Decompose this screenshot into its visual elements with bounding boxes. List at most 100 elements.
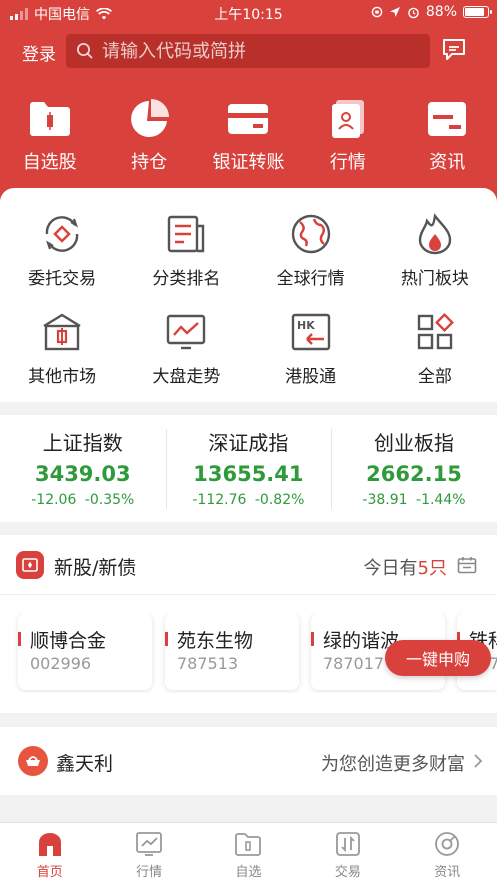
index-change: -112.76 — [192, 492, 247, 508]
grid-item-hk-connect[interactable]: HK 港股通 — [249, 310, 373, 387]
watchlist-folder-icon — [29, 102, 70, 136]
all-apps-icon — [417, 313, 454, 350]
index-value: 3439.03 — [34, 462, 131, 486]
new-stocks-title: 新股/新债 — [54, 557, 137, 579]
battery-icon — [463, 6, 492, 18]
chevron-right-icon — [474, 754, 483, 768]
xintianli-title: 鑫天利 — [56, 753, 114, 775]
new-stock-badge-icon — [16, 551, 44, 579]
grid-item-other-markets[interactable]: 其他市场 — [0, 310, 124, 387]
nav-label: 持仓 — [131, 152, 168, 173]
index-chinext[interactable]: 创业板指 2662.15 -38.91 -1.44% — [331, 415, 497, 522]
today-count: 5只 — [417, 558, 447, 579]
nav-item-watchlist[interactable]: 自选股 — [0, 98, 99, 178]
grid-label: 委托交易 — [28, 269, 97, 289]
index-pct: -1.44% — [416, 492, 466, 508]
function-grid: 委托交易 分类排名 全球行情 热门板块 其他市场 大盘走势 HK 港股通 全部 — [0, 188, 497, 402]
index-change: -38.91 — [362, 492, 408, 508]
grid-item-ranking[interactable]: 分类排名 — [124, 212, 248, 289]
nav-item-news[interactable]: 资讯 — [398, 98, 497, 178]
message-icon[interactable] — [441, 38, 467, 62]
globe-icon — [291, 214, 330, 254]
flame-icon — [418, 213, 452, 255]
home-icon — [38, 833, 61, 856]
new-stock-card[interactable]: 苑东生物 787513 — [165, 613, 299, 690]
nav-item-bank-transfer[interactable]: 银证转账 — [199, 98, 298, 178]
grid-label: 港股通 — [285, 367, 337, 387]
grid-label: 全部 — [417, 367, 452, 387]
status-bar: 中国电信 上午10:15 88% — [0, 0, 497, 26]
index-change: -12.06 — [31, 492, 77, 508]
index-value: 2662.15 — [366, 462, 462, 486]
grid-label: 大盘走势 — [152, 367, 221, 387]
one-click-apply-button[interactable]: 一键申购 — [385, 640, 491, 676]
alarm-icon — [408, 7, 419, 18]
ranking-icon — [168, 215, 205, 253]
grid-label: 热门板块 — [400, 269, 469, 289]
grid-item-all[interactable]: 全部 — [373, 310, 497, 387]
stock-name: 顺博合金 — [30, 630, 107, 652]
index-shenzhen[interactable]: 深证成指 13655.41 -112.76 -0.82% — [165, 415, 332, 522]
xintianli-slogan: 为您创造更多财富 — [321, 754, 465, 775]
grid-item-market-trend[interactable]: 大盘走势 — [124, 310, 248, 387]
login-button[interactable]: 登录 — [22, 40, 56, 65]
orientation-lock-icon — [371, 6, 383, 18]
nav-label: 自选股 — [22, 152, 77, 173]
index-pct: -0.82% — [254, 492, 305, 508]
grid-item-global[interactable]: 全球行情 — [249, 212, 373, 289]
tab-trade[interactable]: 交易 — [298, 823, 397, 883]
grid-item-hot-sectors[interactable]: 热门板块 — [373, 212, 497, 289]
tab-label: 资讯 — [434, 865, 461, 880]
top-nav: 自选股 持仓 银证转账 行情 资讯 — [0, 98, 497, 178]
trade-tab-icon — [335, 832, 360, 856]
trend-chart-icon — [167, 314, 206, 350]
news-tab-icon — [435, 832, 460, 856]
new-stock-card[interactable]: 顺博合金 002996 — [18, 613, 152, 690]
bottom-tab-bar: 首页 行情 自选 交易 资讯 — [0, 822, 497, 883]
tab-label: 行情 — [136, 865, 163, 880]
new-stocks-header[interactable]: 新股/新债 今日有5只 — [0, 535, 497, 595]
nav-label: 资讯 — [429, 152, 466, 173]
grid-label: 分类排名 — [152, 269, 221, 289]
index-pct: -0.35% — [84, 492, 135, 508]
location-icon — [389, 7, 400, 17]
battery-percent: 88% — [425, 4, 457, 20]
stock-code: 002996 — [30, 654, 92, 673]
xintianli-banner[interactable]: 鑫天利 为您创造更多财富 — [0, 727, 497, 795]
nav-item-quotes[interactable]: 行情 — [298, 98, 397, 178]
quotes-tab-icon — [136, 832, 162, 856]
stock-code: 787513 — [177, 654, 239, 673]
news-icon — [428, 102, 467, 136]
search-icon — [77, 43, 93, 59]
index-name: 上证指数 — [42, 431, 123, 455]
tab-home[interactable]: 首页 — [0, 823, 99, 883]
nav-label: 行情 — [329, 152, 366, 173]
grid-item-trade[interactable]: 委托交易 — [0, 212, 124, 289]
calendar-icon[interactable] — [457, 556, 477, 574]
watchlist-tab-icon — [235, 833, 262, 856]
stock-code: 787017 — [323, 654, 385, 673]
index-shanghai[interactable]: 上证指数 3439.03 -12.06 -0.35% — [0, 415, 166, 522]
other-market-icon — [43, 313, 81, 351]
top-header: 登录 — [0, 32, 497, 70]
quotes-doc-icon — [331, 100, 364, 138]
tab-watchlist[interactable]: 自选 — [199, 823, 298, 883]
search-bar[interactable] — [66, 34, 430, 68]
tab-quotes[interactable]: 行情 — [99, 823, 198, 883]
index-name: 创业板指 — [373, 431, 454, 455]
svg-text:HK: HK — [297, 319, 315, 332]
grid-label: 其他市场 — [28, 367, 97, 387]
trade-icon — [45, 216, 79, 252]
hk-connect-icon: HK — [291, 313, 330, 351]
today-label: 今日有 — [363, 558, 418, 579]
grid-label: 全球行情 — [276, 269, 345, 289]
nav-label: 银证转账 — [212, 152, 285, 173]
tab-news[interactable]: 资讯 — [398, 823, 497, 883]
tab-label: 交易 — [334, 865, 361, 880]
index-name: 深证成指 — [208, 431, 289, 455]
index-value: 13655.41 — [193, 462, 304, 486]
nav-item-holdings[interactable]: 持仓 — [99, 98, 198, 178]
stock-name: 苑东生物 — [177, 630, 254, 652]
pie-chart-icon — [131, 99, 170, 137]
search-input[interactable] — [102, 40, 402, 62]
